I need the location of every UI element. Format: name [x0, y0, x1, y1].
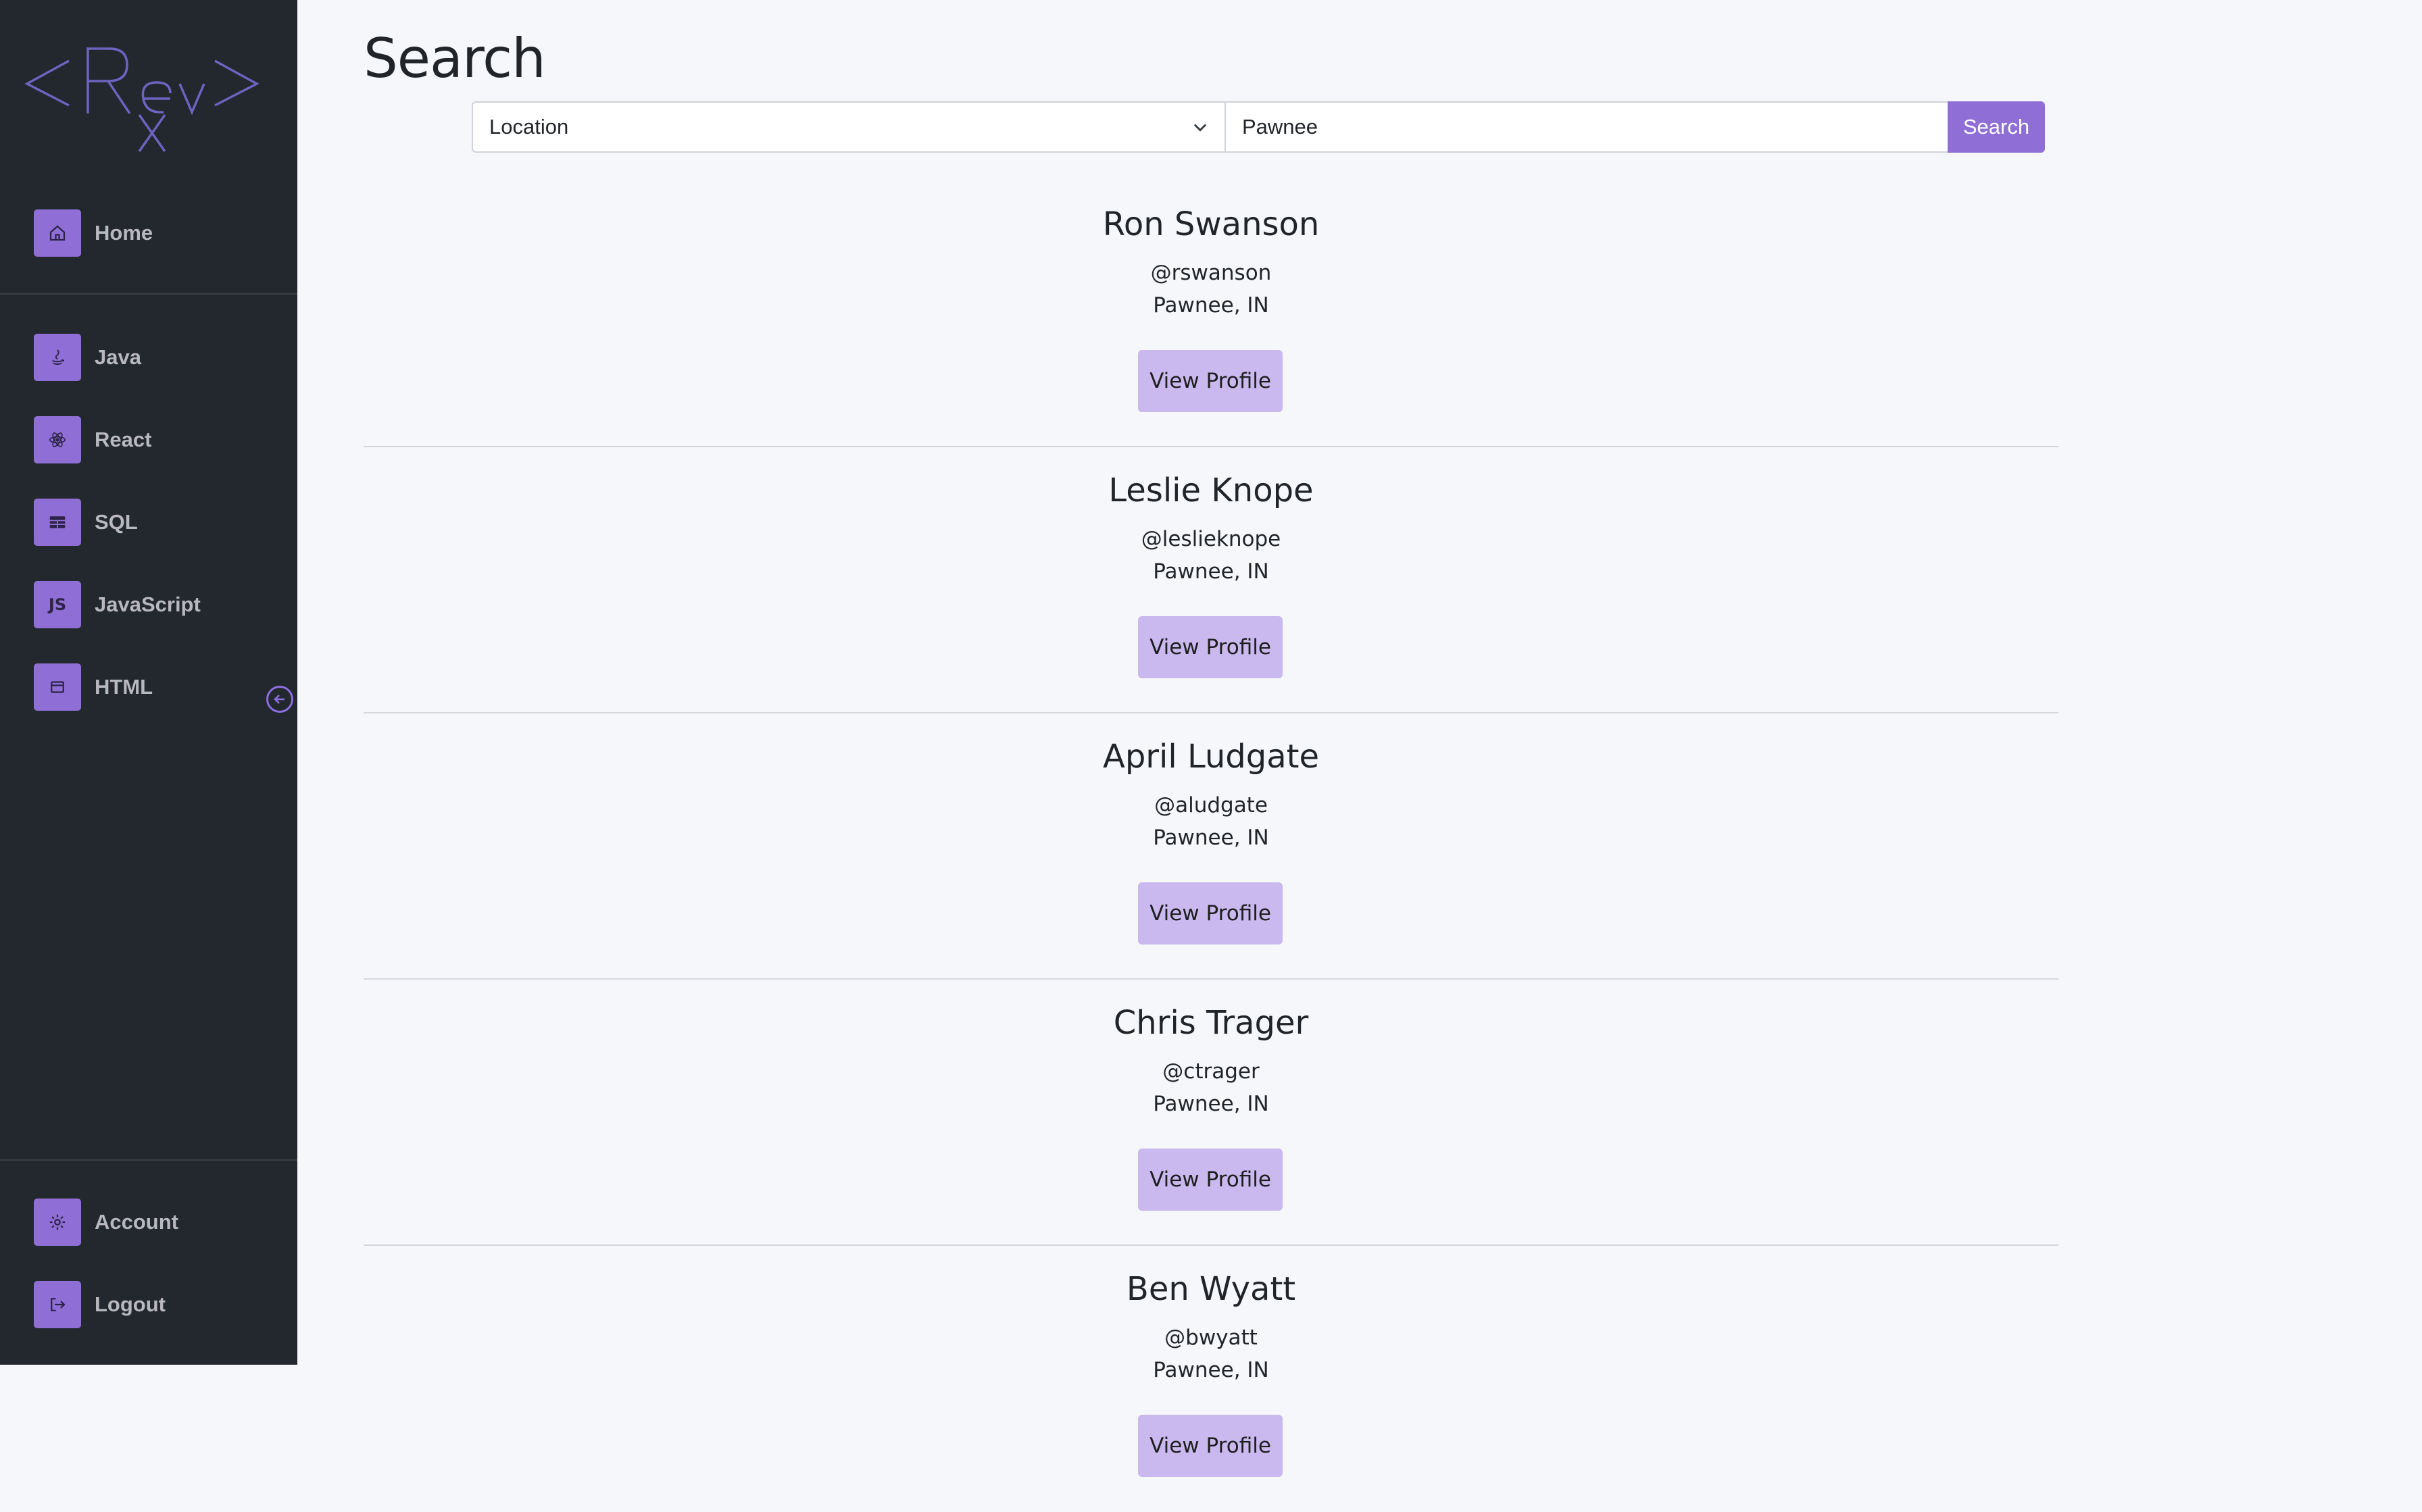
result-name: Leslie Knope [1108, 472, 1314, 509]
table-icon [34, 499, 81, 546]
sidebar-item-label: Account [95, 1210, 178, 1234]
view-profile-button[interactable]: View Profile [1138, 882, 1283, 944]
home-icon [34, 209, 81, 257]
result-location: Pawnee, IN [1153, 293, 1269, 318]
sidebar-item-logout[interactable]: Logout [34, 1281, 166, 1328]
result-name: Chris Trager [1113, 1004, 1309, 1042]
java-icon [34, 334, 81, 381]
view-profile-button[interactable]: View Profile [1138, 616, 1283, 678]
sidebar-item-label: Home [95, 221, 153, 245]
result-location: Pawnee, IN [1153, 559, 1269, 584]
result-card: Ron Swanson @rswanson Pawnee, IN View Pr… [364, 181, 2058, 447]
result-name: Ben Wyatt [1126, 1270, 1296, 1308]
view-profile-button[interactable]: View Profile [1138, 1149, 1283, 1211]
view-profile-button[interactable]: View Profile [1138, 1415, 1283, 1477]
logout-icon [34, 1281, 81, 1328]
result-card: April Ludgate @aludgate Pawnee, IN View … [364, 713, 2058, 980]
result-location: Pawnee, IN [1153, 1358, 1269, 1382]
view-profile-button[interactable]: View Profile [1138, 350, 1283, 412]
sidebar-item-label: JavaScript [95, 593, 201, 616]
arrow-left-icon [274, 695, 285, 704]
search-filter-value: Location [489, 115, 569, 138]
sidebar-item-label: Java [95, 345, 141, 369]
page-title: Search [364, 27, 546, 90]
revx-logo [24, 47, 260, 153]
search-button[interactable]: Search [1948, 101, 2045, 153]
result-handle: @leslieknope [1141, 527, 1281, 551]
search-results: Ron Swanson @rswanson Pawnee, IN View Pr… [364, 181, 2058, 1512]
result-card: Ben Wyatt @bwyatt Pawnee, IN View Profil… [364, 1246, 2058, 1512]
js-icon: JS [34, 581, 81, 628]
sidebar-item-label: Logout [95, 1292, 166, 1316]
result-card: Leslie Knope @leslieknope Pawnee, IN Vie… [364, 447, 2058, 713]
result-handle: @rswanson [1150, 261, 1272, 285]
search-bar: Location Pawnee Search [472, 101, 2045, 153]
js-icon-text: JS [48, 595, 67, 614]
window-icon [34, 663, 81, 711]
sidebar-item-javascript[interactable]: JS JavaScript [34, 581, 201, 628]
sidebar-item-react[interactable]: React [34, 416, 151, 463]
result-name: April Ludgate [1103, 738, 1319, 776]
sidebar-item-html[interactable]: HTML [34, 663, 153, 711]
result-handle: @aludgate [1154, 793, 1268, 817]
sidebar-item-label: HTML [95, 675, 153, 699]
sidebar: Home Java React SQL JS JavaScript HTML A… [0, 0, 297, 1365]
sidebar-item-label: React [95, 428, 152, 451]
result-handle: @bwyatt [1164, 1326, 1258, 1350]
result-card: Chris Trager @ctrager Pawnee, IN View Pr… [364, 980, 2058, 1246]
sidebar-item-java[interactable]: Java [34, 334, 141, 381]
gear-icon [34, 1199, 81, 1246]
sidebar-divider [0, 1159, 297, 1161]
sidebar-item-sql[interactable]: SQL [34, 499, 138, 546]
sidebar-item-home[interactable]: Home [34, 209, 153, 257]
collapse-sidebar-button[interactable] [266, 686, 293, 713]
search-filter-select[interactable]: Location [472, 101, 1226, 153]
result-location: Pawnee, IN [1153, 1092, 1269, 1116]
sidebar-item-label: SQL [95, 510, 138, 534]
sidebar-divider [0, 293, 297, 295]
result-name: Ron Swanson [1102, 205, 1320, 243]
search-input[interactable]: Pawnee [1226, 101, 1948, 153]
react-icon [34, 416, 81, 463]
result-location: Pawnee, IN [1153, 826, 1269, 850]
sidebar-item-account[interactable]: Account [34, 1199, 178, 1246]
result-handle: @ctrager [1162, 1059, 1260, 1084]
chevron-down-icon [1193, 124, 1207, 132]
